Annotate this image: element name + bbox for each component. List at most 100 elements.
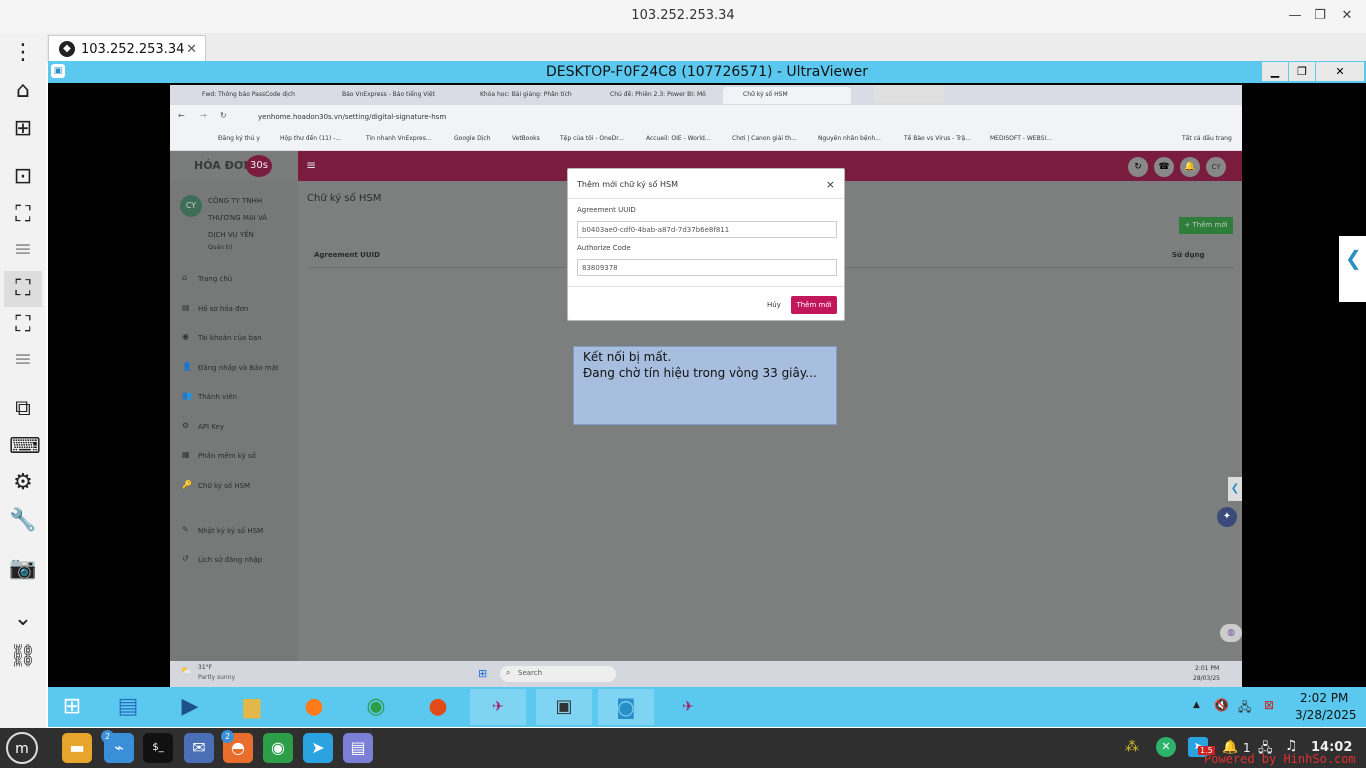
camera-icon[interactable]: 📷 [9,555,37,583]
menu-item-account[interactable]: Tài khoản của bạn [198,334,262,342]
chrome-icon[interactable]: ◉ [263,733,293,763]
app-window-icon[interactable]: ✈ [470,689,526,725]
remote-tab[interactable]: Chủ đề: Phiên 2.3: Power BI: Mô [590,87,718,104]
uv-floating-toolbar[interactable] [874,85,944,103]
mail-icon[interactable]: ✉ [184,733,214,763]
bookmark[interactable]: Tệp của tôi - OneDr... [560,135,624,142]
phone-icon[interactable]: ☎ [1154,157,1174,177]
menu-item-hsm[interactable]: Chữ ký số HSM [198,482,250,490]
app-window-icon-2[interactable]: ✈ [660,689,716,725]
close-button[interactable]: ✕ [1336,6,1358,26]
chevron-down-icon[interactable]: ⌄ [9,605,37,633]
tray-sync-icon[interactable]: ✕ [1156,737,1176,757]
taskbar-search[interactable]: ⌕ Search [500,666,616,682]
tools-icon[interactable]: 🔧 [9,507,37,535]
telegram-icon[interactable]: ➤ [303,733,333,763]
bookmark[interactable]: MEDISOFT - WEBSI... [990,135,1052,142]
bookmark[interactable]: Tế Bào vs Virus - Trậ... [904,135,971,142]
files-icon[interactable]: ▬ [62,733,92,763]
disconnect-link-icon[interactable]: ⛓ [9,643,37,671]
connection-lost-line1: Kết nối bị mất. [583,350,672,364]
forward-icon[interactable]: → [200,111,207,120]
keyboard-icon[interactable]: ⌨ [9,433,41,461]
menu-item-security[interactable]: Đăng nhập và Bảo mật [198,364,279,372]
expand-icon[interactable]: ⛶ [9,311,37,339]
add-new-button[interactable]: + Thêm mới [1179,217,1233,234]
minimize-button[interactable]: — [1284,6,1306,26]
control-panel-icon[interactable]: ▣ [536,689,592,725]
hamburger-icon[interactable]: ≡ [306,158,316,172]
back-icon[interactable]: ← [178,111,185,120]
menu-item-invoices[interactable]: Hồ sơ hóa đơn [198,305,248,313]
remote-tab[interactable]: Báo VnExpress - Báo tiếng Việt [322,87,450,104]
menu-item-api-key[interactable]: API Key [198,423,224,431]
bookmark[interactable]: Tin nhanh VnExpres... [366,135,432,142]
ultraviewer-app-icon[interactable]: ◙ [598,689,654,725]
remote-clock-time: 2:01 PM [1195,665,1220,672]
menu-item-members[interactable]: Thành viên [198,393,237,401]
scale-icon[interactable]: ⛶ [4,271,42,307]
uv-clock-date: 3/28/2025 [1295,708,1357,722]
windows-start-icon[interactable]: ⊞ [52,689,92,725]
authorize-code-field[interactable]: 83809378 [577,259,837,276]
fit-screen-icon[interactable]: ⊡ [9,163,37,191]
remote-tab[interactable]: Khóa học: Bài giảng: Phân tích [460,87,588,104]
extension-float-icon[interactable]: ◍ [1220,624,1242,642]
settings-icon[interactable]: ⚙ [9,469,37,497]
menu-item-home[interactable]: Trang chủ [198,275,232,283]
tray-warning-icon[interactable]: ⊠ [1264,698,1274,712]
menu-item-hsm-log[interactable]: Nhật ký ký số HSM [198,527,263,535]
bookmark[interactable]: Accueil: OIE - World... [646,135,711,142]
compass-icon[interactable]: ✦ [1217,507,1237,527]
tab-close-icon[interactable]: ✕ [186,42,197,57]
bookmark-all[interactable]: Tất cả dấu trang [1182,135,1232,142]
home-icon[interactable]: ⌂ [9,77,37,105]
remote-tab[interactable]: Fwd: Thông báo PassCode dịch [182,87,312,104]
windows-start-icon[interactable]: ⊞ [478,667,487,680]
notes-icon[interactable]: ▤ [343,733,373,763]
cancel-button[interactable]: Hủy [767,301,781,309]
bookmark[interactable]: Nguyên nhân bệnh... [818,135,881,142]
server-manager-icon[interactable]: ▤ [108,689,148,725]
ultraviewer-title: DESKTOP-F0F24C8 (107726571) - UltraViewe… [546,64,868,80]
uv-minimize-button[interactable]: ▁ [1262,62,1288,81]
chrome-icon[interactable]: ◉ [356,689,396,725]
network-icon[interactable]: 🖧 [1238,698,1251,719]
uv-close-button[interactable]: ✕ [1316,62,1364,81]
avatar[interactable]: CY [1206,157,1226,177]
volume-muted-icon[interactable]: 🔇 [1214,698,1229,712]
menu-icon[interactable]: ⋮ [9,39,37,67]
powershell-icon[interactable]: ▶ [170,689,210,725]
menu-item-signing-software[interactable]: Phần mềm ký số [198,452,256,460]
side-panel-toggle[interactable]: ❮ [1339,236,1366,302]
tray-arrow-icon[interactable]: ▲ [1193,700,1200,710]
modal-header: Thêm mới chữ ký số HSM × [568,169,844,199]
submit-button[interactable]: Thêm mới [791,296,837,314]
remote-url-field[interactable]: yenhome.hoadon30s.vn/setting/digital-sig… [250,110,1100,125]
terminal-icon[interactable]: $_ [143,733,173,763]
mint-menu-icon[interactable]: m [6,732,38,764]
fullscreen-icon[interactable]: ⛶ [9,201,37,229]
bookmark[interactable]: Chơi | Canon giải th... [732,135,797,142]
remote-side-chevron-icon[interactable]: ❮ [1228,477,1242,501]
bell-icon[interactable]: 🔔 [1180,157,1200,177]
menu-item-login-history[interactable]: Lịch sử đăng nhập [198,556,262,564]
picture-in-picture-icon[interactable]: ⧉ [9,395,37,423]
bookmark[interactable]: Đăng ký thủ y [218,135,260,142]
new-tab-icon[interactable]: ⊞ [9,115,37,143]
bookmark[interactable]: Google Dịch [454,135,490,142]
bookmark[interactable]: Hộp thư đến (11) -... [280,135,341,142]
firefox-icon-2[interactable]: ● [418,689,458,725]
sync-icon[interactable]: ↻ [1128,157,1148,177]
remote-tab-active[interactable]: Chữ ký số HSM [723,87,851,104]
bookmark[interactable]: VetBooks [512,135,540,142]
firefox-icon[interactable]: ● [294,689,334,725]
uv-maximize-button[interactable]: ❐ [1289,62,1315,81]
file-explorer-icon[interactable]: ▆ [232,689,272,725]
tray-app-icon[interactable]: ⁂ [1125,739,1139,755]
modal-close-icon[interactable]: × [826,178,835,191]
maximize-button[interactable]: ❐ [1309,6,1331,26]
reload-icon[interactable]: ↻ [220,111,227,120]
agreement-uuid-field[interactable]: b0403ae0-cdf0-4bab-a87d-7d37b6e8f811 [577,221,837,238]
tab-remote-host[interactable]: ◆ 103.252.253.34 ✕ [48,35,206,63]
